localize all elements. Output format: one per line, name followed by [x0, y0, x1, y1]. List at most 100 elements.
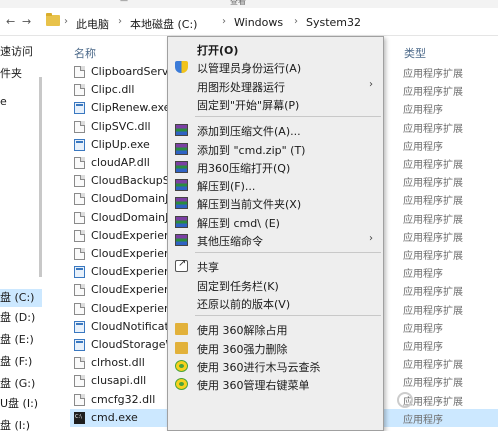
nav-item-quick-access[interactable]: 速访问 [0, 43, 33, 61]
menu-item-label: 共享 [197, 261, 219, 275]
menu-item[interactable]: 解压到(F)... [168, 176, 383, 194]
file-type: 应用程序 [403, 269, 443, 281]
breadcrumb-windows[interactable]: Windows [234, 16, 283, 29]
nav-scrollbar[interactable] [39, 77, 42, 277]
file-type: 应用程序扩展 [403, 87, 463, 99]
dll-file-icon [74, 175, 85, 188]
file-type: 应用程序 [403, 342, 443, 353]
file-type: 应用程序扩展 [403, 287, 463, 299]
exe-file-icon [74, 339, 85, 351]
menu-item-label: 用图形处理器运行 [197, 80, 285, 94]
file-name: CloudExperienceHostCommon.dll [91, 283, 171, 297]
file-name: Clipc.dll [91, 83, 135, 97]
menu-item[interactable]: 使用 360强力删除 [168, 339, 383, 357]
360-security-icon [175, 378, 188, 391]
breadcrumb-separator: › [294, 16, 298, 27]
menu-item[interactable]: 解压到 cmd\ (E) [168, 213, 383, 231]
nav-item-drive-g[interactable]: 盘 (G:) [0, 375, 35, 393]
winrar-icon [175, 234, 188, 246]
winrar-icon [175, 160, 188, 173]
nav-item-partial[interactable]: e [0, 95, 7, 113]
menu-item[interactable]: 打开(O) [168, 40, 383, 58]
folder-360-icon [175, 323, 188, 336]
column-header-type[interactable]: 类型 [404, 45, 426, 61]
file-name: CloudStorageWizard.exe [91, 338, 171, 351]
dll-file-icon [74, 248, 85, 260]
forward-arrow-icon[interactable]: → [22, 15, 31, 28]
file-type: 应用程序扩展 [403, 232, 463, 244]
back-arrow-icon[interactable]: ← [6, 15, 15, 28]
menu-item[interactable]: 其他压缩命令 › [168, 231, 383, 249]
menu-item-label: 以管理员身份运行(A) [197, 62, 302, 76]
file-name: CloudExperienceHostBroker.dll [91, 247, 171, 260]
menu-item-label: 添加到压缩文件(A)... [197, 125, 301, 139]
exe-file-icon [74, 320, 85, 333]
menu-item[interactable]: 添加到 "cmd.zip" (T) [168, 140, 383, 158]
menu-item[interactable]: 使用 360管理右键菜单 [168, 375, 383, 393]
menu-item-label: 解压到当前文件夹(X) [197, 198, 302, 212]
winrar-icon [175, 197, 188, 210]
nav-item-drive-f[interactable]: 盘 (F:) [0, 353, 32, 371]
file-type: 应用程序 [403, 105, 443, 117]
uac-shield-icon [175, 61, 188, 74]
file-name: clusapi.dll [91, 374, 147, 388]
dll-file-icon [74, 157, 85, 169]
file-type: 应用程序扩展 [403, 214, 463, 226]
nav-item-drive-c[interactable]: 盘 (C:) [0, 289, 42, 307]
file-type: 应用程序扩展 [403, 123, 463, 135]
column-header-name[interactable]: 名称 [74, 45, 96, 61]
menu-item[interactable]: 共享 [168, 257, 383, 275]
file-type: 应用程序扩展 [403, 160, 463, 171]
file-type: 应用程序扩展 [403, 360, 463, 372]
winrar-icon [175, 142, 188, 155]
file-name: CloudDomainJoinAUG.dll [91, 192, 171, 206]
file-name: CloudExperienceHost.dll [91, 228, 171, 242]
file-type: 应用程序扩展 [403, 178, 463, 190]
address-bar[interactable]: ← → › 此电脑 › 本地磁盘 (C:) › Windows › System… [0, 8, 498, 36]
menu-item[interactable]: 使用 360解除占用 [168, 320, 383, 338]
file-name: CloudExperienceHostBroker.exe [91, 265, 171, 279]
file-name: cloudAP.dll [91, 156, 150, 169]
file-type: 应用程序 [403, 414, 443, 426]
nav-item-usb-i[interactable]: U盘 (I:) [0, 395, 38, 413]
menu-item-label: 使用 360进行木马云查杀 [197, 360, 321, 374]
breadcrumb-separator: › [118, 16, 122, 27]
menu-item[interactable]: 添加到压缩文件(A)... [168, 121, 383, 139]
menu-item-label: 使用 360管理右键菜单 [197, 379, 310, 393]
menu-item-label: 使用 360解除占用 [197, 324, 288, 338]
menu-item[interactable]: 用360压缩打开(Q) [168, 158, 383, 176]
toolbar-partial-label: — [120, 0, 128, 5]
menu-item[interactable]: 解压到当前文件夹(X) [168, 194, 383, 212]
nav-item-drive-e[interactable]: 盘 (E:) [0, 331, 34, 349]
breadcrumb-this-pc[interactable]: 此电脑 [76, 16, 109, 32]
file-type: 应用程序扩展 [403, 305, 463, 317]
exe-file-icon [74, 138, 85, 151]
folder-360-icon [175, 341, 188, 354]
menu-item-label: 解压到(F)... [197, 180, 256, 194]
exe-file-icon [74, 266, 85, 279]
menu-item[interactable]: 用图形处理器运行 › [168, 77, 383, 95]
dll-file-icon [74, 302, 85, 315]
360-security-icon [175, 359, 188, 372]
nav-item-drive-i[interactable]: 盘 (I:) [0, 417, 30, 431]
dll-file-icon [74, 66, 85, 78]
menu-item-label: 用360压缩打开(Q) [197, 161, 291, 175]
dll-file-icon [74, 284, 85, 297]
cmd-icon [74, 411, 85, 424]
menu-item[interactable]: 使用 360进行木马云查杀 [168, 357, 383, 375]
menu-item-label: 打开(O) [197, 44, 239, 57]
nav-item-drive-d[interactable]: 盘 (D:) [0, 309, 35, 327]
menu-item-label: 固定到任务栏(K) [197, 279, 279, 293]
menu-item[interactable]: 固定到"开始"屏幕(P) [168, 95, 383, 113]
menu-item[interactable]: 以管理员身份运行(A) [168, 58, 383, 76]
menu-item[interactable]: 还原以前的版本(V) [168, 294, 383, 312]
menu-item-label: 固定到"开始"屏幕(P) [197, 98, 300, 112]
file-name: CloudBackupSettings.dll [91, 174, 171, 188]
nav-item-folders[interactable]: 件夹 [0, 65, 22, 83]
dll-file-icon [74, 211, 85, 224]
menu-item[interactable]: 固定到任务栏(K) [168, 276, 383, 294]
breadcrumb-local-disk[interactable]: 本地磁盘 (C:) [130, 16, 197, 32]
breadcrumb-system32[interactable]: System32 [306, 16, 361, 29]
breadcrumb-separator: › [64, 16, 68, 27]
file-name: ClipUp.exe [91, 137, 150, 151]
